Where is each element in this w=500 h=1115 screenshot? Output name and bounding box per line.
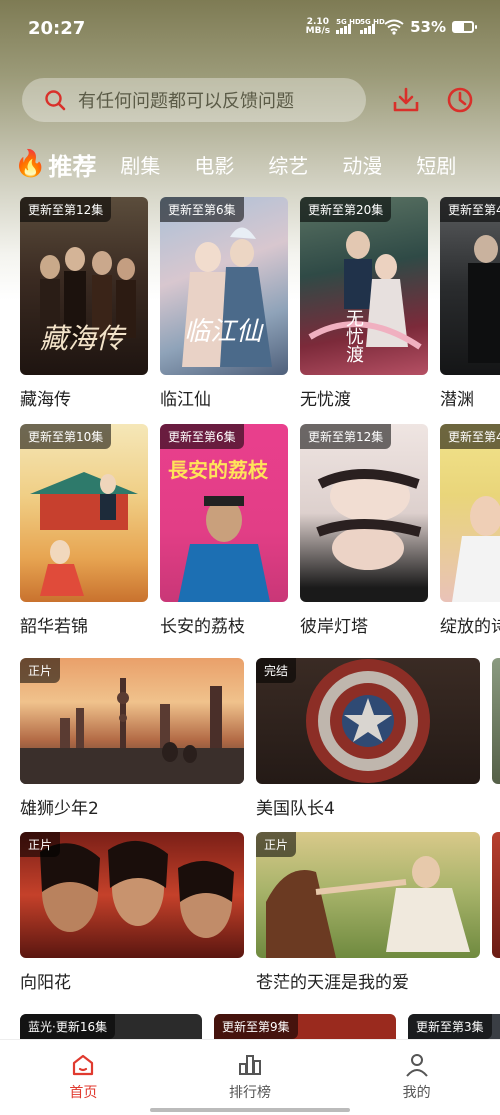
flame-icon: 🔥	[14, 149, 47, 179]
media-card[interactable]: 更新至第6集 長安的荔枝 长安的荔枝	[160, 424, 288, 637]
episode-badge: 更新至第6集	[160, 424, 244, 449]
media-card[interactable]	[492, 658, 500, 819]
poster-image: 正片	[256, 832, 480, 958]
poster-row: 更新至第12集 藏海传 藏海传 更新至第6集 临江仙 临江仙 更新至第20集 无…	[20, 197, 500, 410]
status-badge: 完结	[256, 658, 297, 683]
poster-image: 更新至第6集 長安的荔枝	[160, 424, 288, 602]
poster-image	[492, 658, 500, 784]
search-icon	[45, 90, 66, 111]
media-card[interactable]: 更新至第4 绽放的诗	[440, 424, 500, 637]
media-card[interactable]: 更新至第4 潜渊	[440, 197, 500, 410]
episode-badge: 更新至第4	[440, 197, 500, 222]
poster-image: 更新至第12集	[300, 424, 428, 602]
poster-image: 完结	[256, 658, 480, 784]
poster-image: 更新至第6集 临江仙	[160, 197, 288, 375]
episode-badge: 更新至第9集	[214, 1014, 298, 1039]
status-bar: 20:27 2.10 MB/s 5G HD 5G HD 53%	[0, 0, 500, 60]
nav-ranking[interactable]: 排行榜	[167, 1040, 334, 1115]
tab-series[interactable]: 剧集	[120, 150, 160, 179]
user-icon	[405, 1054, 428, 1077]
poster-image: 正片	[20, 658, 244, 784]
nav-home[interactable]: 首页	[0, 1040, 167, 1115]
media-card[interactable]	[492, 832, 500, 993]
episode-badge: 更新至第10集	[20, 424, 112, 449]
media-card[interactable]: 更新至第10集 韶华若锦	[20, 424, 148, 637]
download-icon[interactable]	[392, 86, 420, 114]
status-indicators: 2.10 MB/s 5G HD 5G HD 53%	[305, 17, 477, 36]
status-badge: 正片	[20, 658, 61, 683]
poster-row: 正片 向阳花 正片 苍茫的天涯是我的爱	[20, 832, 500, 993]
status-time: 20:27	[28, 18, 86, 39]
tab-variety[interactable]: 综艺	[268, 150, 308, 179]
app-root: 20:27 2.10 MB/s 5G HD 5G HD 53% 有任何问题都可以…	[0, 0, 500, 1115]
poster-image: 更新至第4	[440, 424, 500, 602]
home-indicator	[150, 1108, 350, 1112]
nav-home-label: 首页	[69, 1085, 98, 1101]
poster-title-art: 藏海传	[40, 322, 125, 355]
poster-title-art: 无忧渡	[343, 309, 364, 363]
episode-badge: 更新至第6集	[160, 197, 244, 222]
signal-icon: 5G HD	[336, 18, 361, 34]
history-clock-icon[interactable]	[446, 86, 474, 114]
battery-icon	[452, 21, 477, 33]
search-bar[interactable]: 有任何问题都可以反馈问题	[22, 78, 366, 122]
episode-badge: 更新至第20集	[300, 197, 392, 222]
tab-short-drama[interactable]: 短剧	[416, 150, 456, 179]
tab-recommend[interactable]: 🔥 推荐	[14, 147, 96, 182]
status-badge: 正片	[20, 832, 61, 857]
battery-percent: 53%	[410, 18, 446, 36]
card-title: 苍茫的天涯是我的爱	[256, 973, 409, 993]
category-tabs: 🔥 推荐 剧集 电影 综艺 动漫 短剧	[14, 146, 500, 182]
card-title: 长安的荔枝	[160, 617, 245, 637]
media-card[interactable]: 正片 向阳花	[20, 832, 244, 993]
media-card[interactable]: 正片 苍茫的天涯是我的爱	[256, 832, 480, 993]
episode-badge: 更新至第4	[440, 424, 500, 449]
media-card[interactable]: 正片 雄狮少年2	[20, 658, 244, 819]
status-badge: 正片	[256, 832, 297, 857]
poster-image: 更新至第10集	[20, 424, 148, 602]
poster-image: 更新至第12集 藏海传	[20, 197, 148, 375]
bar-chart-icon	[239, 1055, 261, 1075]
poster-image: 更新至第4	[440, 197, 500, 375]
card-title: 美国队长4	[256, 799, 335, 819]
poster-row: 正片 雄狮少年2 完结 美国队长4	[20, 658, 500, 819]
poster-row: 更新至第10集 韶华若锦 更新至第6集 長安的荔枝 长安的荔枝 更新至第12集 …	[20, 424, 500, 637]
poster-title-art: 長安的荔枝	[168, 458, 268, 482]
card-title: 无忧渡	[300, 390, 351, 410]
tab-anime[interactable]: 动漫	[342, 150, 382, 179]
card-title: 韶华若锦	[20, 617, 88, 637]
media-card[interactable]: 更新至第20集 无忧渡 无忧渡	[300, 197, 428, 410]
nav-mine-label: 我的	[402, 1085, 431, 1101]
card-title: 向阳花	[20, 973, 71, 993]
search-placeholder: 有任何问题都可以反馈问题	[78, 91, 294, 112]
signal-icon: 5G HD	[360, 18, 385, 34]
episode-badge: 蓝光·更新16集	[20, 1014, 116, 1039]
card-title: 临江仙	[160, 390, 211, 410]
episode-badge: 更新至第12集	[300, 424, 392, 449]
network-speed: 2.10 MB/s	[305, 17, 331, 36]
episode-badge: 更新至第3集	[408, 1014, 492, 1039]
nav-ranking-label: 排行榜	[229, 1085, 271, 1101]
poster-title-art: 临江仙	[184, 317, 263, 347]
poster-image: 更新至第20集 无忧渡	[300, 197, 428, 375]
bottom-navigation: 首页 排行榜 我的	[0, 1040, 500, 1115]
card-title: 绽放的诗	[440, 617, 500, 637]
poster-image: 正片	[20, 832, 244, 958]
media-card[interactable]: 更新至第6集 临江仙 临江仙	[160, 197, 288, 410]
tab-movies[interactable]: 电影	[194, 150, 234, 179]
card-title: 藏海传	[20, 390, 71, 410]
card-title: 潜渊	[440, 390, 474, 410]
card-title: 彼岸灯塔	[300, 617, 368, 637]
episode-badge: 更新至第12集	[20, 197, 112, 222]
home-icon	[73, 1054, 94, 1076]
card-title: 雄狮少年2	[20, 799, 99, 819]
wifi-icon	[384, 19, 404, 35]
media-card[interactable]: 更新至第12集 彼岸灯塔	[300, 424, 428, 637]
nav-mine[interactable]: 我的	[333, 1040, 500, 1115]
poster-image	[492, 832, 500, 958]
media-card[interactable]: 更新至第12集 藏海传 藏海传	[20, 197, 148, 410]
media-card[interactable]: 完结 美国队长4	[256, 658, 480, 819]
